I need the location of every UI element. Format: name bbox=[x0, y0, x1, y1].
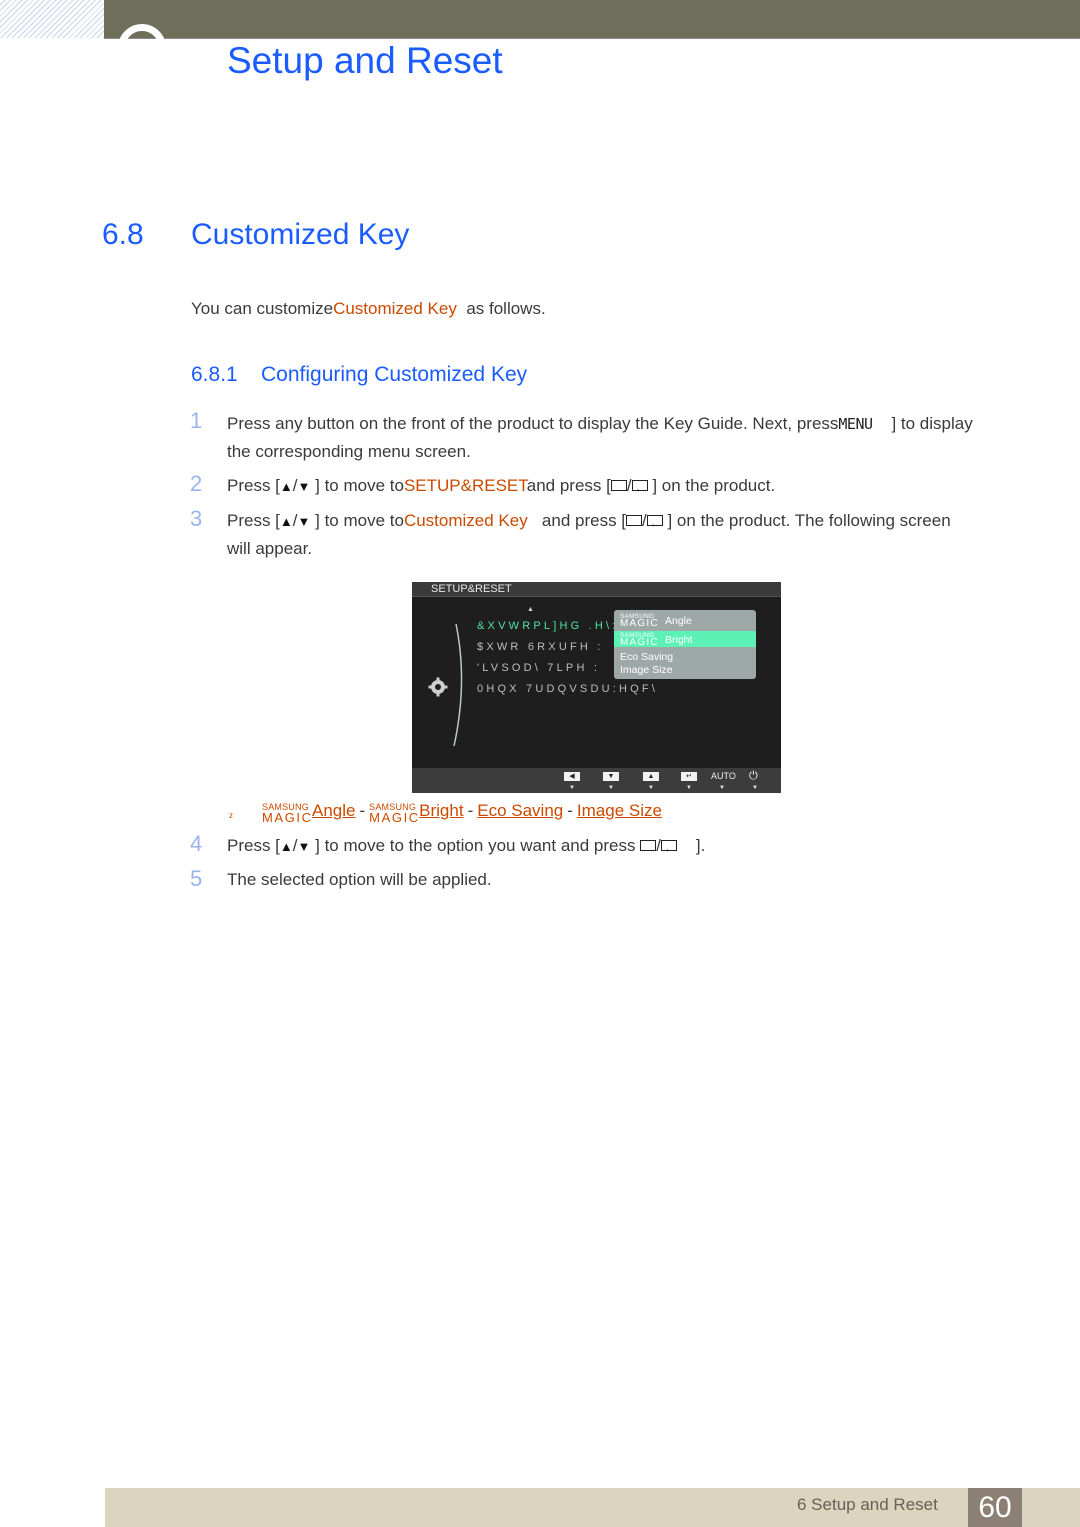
enter-button-icon bbox=[660, 835, 677, 863]
popup-option-label: Angle bbox=[665, 615, 692, 627]
chapter-title: Setup and Reset bbox=[227, 40, 503, 81]
osd-header: SETUP&RESET bbox=[412, 582, 781, 597]
marker-icon: ▼ bbox=[719, 785, 725, 791]
marker-icon: ▼ bbox=[648, 785, 654, 791]
setup-reset-highlight: SETUP&RESET bbox=[403, 476, 527, 495]
header-bar bbox=[104, 0, 1080, 39]
osd-menu-item[interactable]: 0HQX 7UDQVSDU:HQF\ bbox=[477, 683, 658, 695]
brand-bottom: MAGIC bbox=[369, 810, 420, 825]
marker-icon: ▼ bbox=[752, 785, 758, 791]
step-1-line-2: the corresponding menu screen. bbox=[227, 442, 471, 461]
down-arrow-icon: ▼ bbox=[297, 514, 311, 529]
step-text-part: ] to move to bbox=[315, 476, 404, 495]
brand-bottom: MAGIC bbox=[620, 618, 659, 629]
popup-option-image-size[interactable]: Image Size bbox=[614, 662, 756, 678]
intro-highlight: Customized Key bbox=[333, 299, 457, 318]
separator: - bbox=[467, 801, 474, 820]
separator: - bbox=[359, 801, 366, 820]
step-text-part: Press [ bbox=[227, 836, 280, 855]
up-arrow-icon: ▲ bbox=[279, 839, 293, 854]
osd-title: SETUP&RESET bbox=[431, 583, 512, 595]
step-text-part: ] to move to bbox=[315, 511, 404, 530]
option-link-bright[interactable]: Bright bbox=[419, 801, 463, 820]
option-link-angle[interactable]: Angle bbox=[312, 801, 355, 820]
popup-option-label: Image Size bbox=[620, 664, 673, 676]
customized-key-popup: SAMSUNG MAGIC Angle SAMSUNG MAGIC Bright E… bbox=[614, 610, 756, 679]
up-button-icon[interactable]: ▲ bbox=[643, 772, 659, 781]
left-button-icon[interactable]: ◀ bbox=[564, 772, 580, 781]
options-list: SAMSUNG MAGIC Angle - SAMSUNG MAGIC Bright - Eco… bbox=[262, 801, 662, 825]
up-arrow-icon: ▲ bbox=[279, 479, 293, 494]
step-text-part: ]. bbox=[695, 836, 706, 855]
enter-button-icon bbox=[631, 475, 648, 503]
option-link-image-size[interactable]: Image Size bbox=[577, 801, 662, 820]
subsection-title: Configuring Customized Key bbox=[261, 363, 528, 386]
down-arrow-icon: ▼ bbox=[297, 839, 311, 854]
step-3-text: Press [▲/▼ ] to move toCustomized Key an… bbox=[227, 507, 951, 538]
marker-icon: ▼ bbox=[686, 785, 692, 791]
step-number: 1 bbox=[190, 408, 203, 433]
step-text-part: and press [ bbox=[526, 476, 611, 495]
popup-option-angle[interactable]: SAMSUNG MAGIC Angle bbox=[614, 612, 756, 629]
step-text-part: Press any button on the front of the pro… bbox=[227, 414, 839, 433]
option-link-eco-saving[interactable]: Eco Saving bbox=[477, 801, 563, 820]
section-title: Customized Key bbox=[191, 218, 410, 251]
brand-bottom: MAGIC bbox=[620, 637, 659, 648]
bullet-icon: z bbox=[229, 811, 233, 820]
menu-key-label: MENU bbox=[838, 415, 873, 433]
step-text-part: ] to move to the option you want and pre… bbox=[315, 836, 636, 855]
step-text-part: ] on the product. The following screen bbox=[667, 511, 951, 530]
source-button-icon bbox=[640, 840, 657, 852]
osd-menu-item[interactable]: $XWR 6RXUFH : bbox=[477, 641, 604, 653]
intro-prefix: You can customize bbox=[191, 299, 334, 318]
step-number: 3 bbox=[190, 506, 203, 531]
osd-menu-arc bbox=[453, 623, 463, 747]
step-5-text: The selected option will be applied. bbox=[227, 870, 492, 889]
down-arrow-icon: ▼ bbox=[297, 479, 311, 494]
subsection-number: 6.8.1 bbox=[191, 363, 238, 386]
down-button-icon[interactable]: ▼ bbox=[603, 772, 619, 781]
step-number: 4 bbox=[190, 831, 203, 856]
samsung-magic-logo: SAMSUNG MAGIC bbox=[369, 801, 420, 825]
auto-button[interactable]: AUTO bbox=[711, 771, 736, 781]
step-text-part: ] to display bbox=[891, 414, 973, 433]
source-button-icon bbox=[610, 480, 627, 492]
osd-menu-item[interactable]: &XVWRPL]HG .H\: bbox=[477, 620, 619, 632]
step-4-text: Press [▲/▼ ] to move to the option you w… bbox=[227, 832, 706, 863]
samsung-magic-logo: SAMSUNG MAGIC bbox=[620, 613, 664, 629]
power-icon[interactable]: ⏻ bbox=[749, 770, 758, 783]
enter-button-icon[interactable]: ↵ bbox=[681, 772, 697, 781]
popup-option-bright[interactable]: SAMSUNG MAGIC Bright bbox=[614, 631, 756, 648]
step-text-part: and press [ bbox=[541, 511, 627, 530]
step-1-line-1: Press any button on the front of the pro… bbox=[227, 410, 973, 438]
section-number: 6.8 bbox=[102, 218, 144, 251]
up-arrow-icon: ▲ bbox=[279, 514, 293, 529]
osd-scroll-up-icon: ▲ bbox=[527, 606, 534, 613]
step-2-text: Press [▲/▼ ] to move toSETUP&RESETand pr… bbox=[227, 472, 776, 503]
step-number: 5 bbox=[190, 866, 203, 891]
header-hatch-pattern bbox=[0, 0, 104, 38]
step-text-part: Press [ bbox=[227, 511, 280, 530]
gear-icon bbox=[428, 677, 448, 697]
step-text-part: Press [ bbox=[227, 476, 280, 495]
customized-key-highlight: Customized Key bbox=[403, 511, 528, 530]
step-3-line-2: will appear. bbox=[227, 539, 313, 558]
step-number: 2 bbox=[190, 471, 203, 496]
separator: - bbox=[567, 801, 573, 820]
intro-text: You can customizeCustomized Key as follo… bbox=[191, 299, 546, 319]
samsung-magic-logo: SAMSUNG MAGIC bbox=[620, 632, 664, 648]
page-number: 60 bbox=[968, 1488, 1022, 1527]
step-text-part: ] on the product. bbox=[652, 476, 776, 495]
source-button-icon bbox=[626, 515, 643, 527]
enter-button-icon bbox=[646, 510, 663, 538]
samsung-magic-logo: SAMSUNG MAGIC bbox=[262, 801, 313, 825]
footer-chapter-label: 6 Setup and Reset bbox=[797, 1495, 938, 1514]
osd-menu-item[interactable]: 'LVSOD\ 7LPH : bbox=[477, 662, 600, 674]
marker-icon: ▼ bbox=[569, 785, 575, 791]
chapter-circle-icon bbox=[118, 24, 166, 49]
marker-icon: ▼ bbox=[608, 785, 614, 791]
intro-suffix: as follows. bbox=[466, 299, 546, 318]
popup-option-label: Bright bbox=[665, 634, 693, 646]
brand-bottom: MAGIC bbox=[262, 810, 313, 825]
